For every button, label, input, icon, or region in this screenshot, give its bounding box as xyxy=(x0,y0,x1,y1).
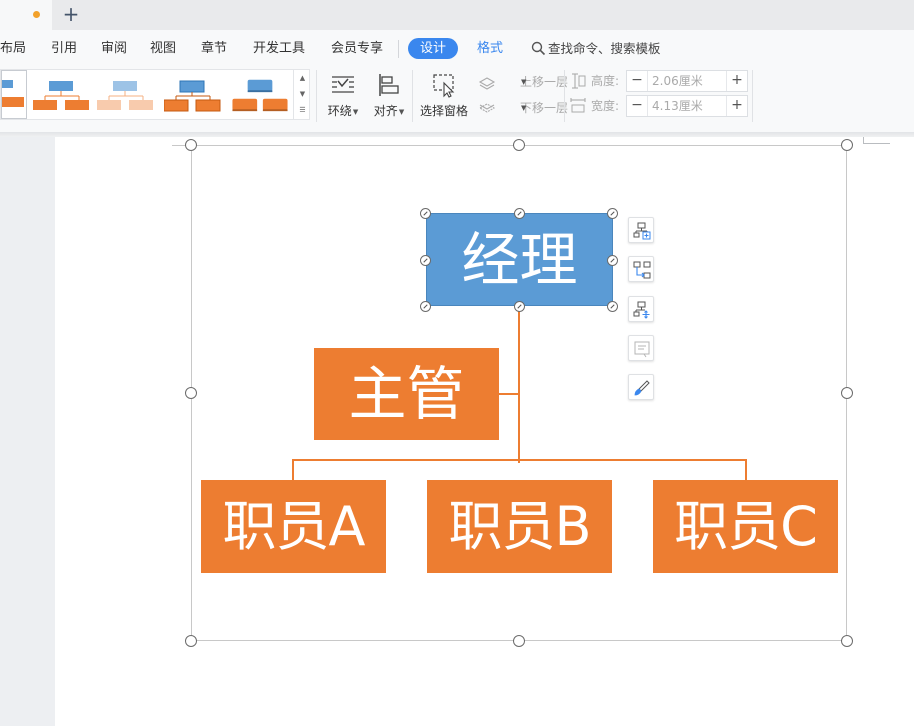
layout-options-icon xyxy=(633,301,650,319)
gallery-down-button[interactable]: ▼ xyxy=(294,86,311,102)
connector-line xyxy=(745,459,747,480)
shape-handle-top-left[interactable] xyxy=(420,208,431,219)
shape-handle-right[interactable] xyxy=(607,255,618,266)
align-icon xyxy=(379,74,399,96)
ribbon: 布局 引用 审阅 视图 章节 开发工具 会员专享 设计 格式 查找命令、搜索模板 xyxy=(0,30,914,132)
text-pane-icon xyxy=(634,341,650,358)
new-tab-button[interactable]: + xyxy=(62,3,80,25)
bring-forward-label: 上移一层 xyxy=(520,75,569,89)
tab-format[interactable]: 格式 xyxy=(477,40,503,58)
tab-strip: + xyxy=(0,0,914,30)
design-toolbar: ▲ ▼ ☰ 环绕▼ 对齐▼ 选择窗格 上移一层 ▼ 下移一层 ▼ 高度: − 2… xyxy=(0,66,914,132)
shape-handle-bottom-right[interactable] xyxy=(607,301,618,312)
menu-member[interactable]: 会员专享 xyxy=(331,40,383,58)
node-manager[interactable]: 经理 xyxy=(426,213,613,306)
menu-layout[interactable]: 布局 xyxy=(0,40,26,58)
format-brush-icon xyxy=(634,380,650,396)
shape-handle-top-right[interactable] xyxy=(607,208,618,219)
format-brush-button[interactable] xyxy=(628,374,654,400)
resize-handle-bottom[interactable] xyxy=(513,635,525,647)
selection-pane-icon xyxy=(433,74,455,98)
node-staff-b[interactable]: 职员B xyxy=(427,480,612,573)
style-option-3[interactable] xyxy=(97,76,155,114)
group-divider xyxy=(752,70,753,122)
resize-handle-top[interactable] xyxy=(513,139,525,151)
group-divider xyxy=(412,70,413,122)
style-option-2[interactable] xyxy=(33,76,91,114)
tab-design[interactable]: 设计 xyxy=(408,38,458,59)
menu-review[interactable]: 审阅 xyxy=(101,40,127,58)
unsaved-dot-icon xyxy=(33,11,40,18)
shape-handle-bottom-left[interactable] xyxy=(420,301,431,312)
resize-handle-top-right[interactable] xyxy=(841,139,853,151)
group-divider xyxy=(564,70,565,122)
shape-handle-bottom[interactable] xyxy=(514,301,525,312)
selection-pane-button[interactable]: 选择窗格 xyxy=(418,72,470,119)
bring-forward-icon xyxy=(478,77,496,90)
resize-handle-right[interactable] xyxy=(841,387,853,399)
selection-pane-label: 选择窗格 xyxy=(419,104,468,118)
height-input[interactable]: 2.06厘米 xyxy=(647,71,727,91)
shape-handle-top[interactable] xyxy=(514,208,525,219)
align-button[interactable]: 对齐▼ xyxy=(371,72,407,119)
node-supervisor[interactable]: 主管 xyxy=(314,348,499,440)
text-pane-button[interactable] xyxy=(628,335,654,361)
width-icon xyxy=(570,98,586,113)
gallery-scrollbar: ▲ ▼ ☰ xyxy=(293,70,311,119)
menu-divider xyxy=(398,40,399,58)
change-layout-icon xyxy=(633,261,651,279)
change-layout-button[interactable] xyxy=(628,256,654,282)
menu-bar: 布局 引用 审阅 视图 章节 开发工具 会员专享 设计 格式 查找命令、搜索模板 xyxy=(0,30,914,66)
height-stepper[interactable]: − 2.06厘米 + xyxy=(626,70,748,92)
menu-developer[interactable]: 开发工具 xyxy=(253,40,305,58)
wrap-label: 环绕 xyxy=(327,104,352,118)
height-icon xyxy=(572,73,586,89)
page-margin-mark xyxy=(863,143,890,144)
shape-handle-left[interactable] xyxy=(420,255,431,266)
height-label: 高度: xyxy=(591,74,620,88)
add-shape-button[interactable] xyxy=(628,217,654,243)
resize-handle-left[interactable] xyxy=(185,387,197,399)
gallery-more-button[interactable]: ☰ xyxy=(294,102,311,118)
layout-options-button[interactable] xyxy=(628,296,654,322)
node-staff-c[interactable]: 职员C xyxy=(653,480,838,573)
resize-handle-bottom-left[interactable] xyxy=(185,635,197,647)
document-tab[interactable] xyxy=(0,0,52,30)
style-option-5[interactable] xyxy=(230,76,290,114)
add-shape-icon xyxy=(633,222,651,240)
connector-line xyxy=(518,306,520,463)
menu-view[interactable]: 视图 xyxy=(150,40,176,58)
send-backward-label: 下移一层 xyxy=(520,101,569,115)
style-option-1[interactable] xyxy=(1,70,27,119)
align-label: 对齐 xyxy=(373,104,398,118)
width-stepper[interactable]: − 4.13厘米 + xyxy=(626,95,748,117)
wrap-button[interactable]: 环绕▼ xyxy=(325,72,361,119)
height-decrease-button[interactable]: − xyxy=(627,71,647,91)
send-backward-icon xyxy=(478,103,496,113)
height-increase-button[interactable]: + xyxy=(727,71,747,91)
wrap-text-icon xyxy=(332,76,354,93)
group-divider xyxy=(316,70,317,122)
page-margin-mark xyxy=(863,137,864,144)
connector-line xyxy=(499,393,519,395)
resize-handle-top-left[interactable] xyxy=(185,139,197,151)
width-decrease-button[interactable]: − xyxy=(627,96,647,116)
width-label: 宽度: xyxy=(591,99,620,113)
gallery-up-button[interactable]: ▲ xyxy=(294,70,311,86)
search-placeholder: 查找命令、搜索模板 xyxy=(548,41,661,56)
style-option-4[interactable] xyxy=(164,76,222,114)
menu-references[interactable]: 引用 xyxy=(51,40,77,58)
smartart-style-gallery: ▲ ▼ ☰ xyxy=(0,69,310,120)
search-icon xyxy=(531,41,546,56)
connector-line xyxy=(292,459,294,480)
connector-line xyxy=(292,459,747,461)
menu-section[interactable]: 章节 xyxy=(201,40,227,58)
node-staff-a[interactable]: 职员A xyxy=(201,480,386,573)
width-input[interactable]: 4.13厘米 xyxy=(647,96,727,116)
resize-handle-bottom-right[interactable] xyxy=(841,635,853,647)
width-increase-button[interactable]: + xyxy=(727,96,747,116)
